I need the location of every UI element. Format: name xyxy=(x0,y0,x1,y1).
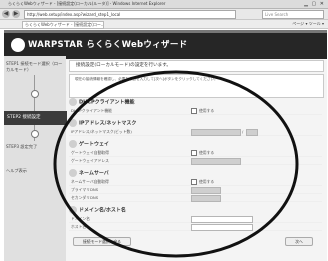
sidebar-step2-active[interactable]: STEP2 接続設定 xyxy=(4,111,67,125)
section-title: ゲートウェイ xyxy=(79,141,110,148)
dns-auto-checkbox[interactable]: 使用する xyxy=(191,178,214,185)
section-bullet-icon xyxy=(69,140,77,148)
primary-dns-row: プライマリDNS xyxy=(69,186,322,194)
row-label: ゲートウェイ自動取得 xyxy=(71,150,109,155)
app-header: WARPSTAR らくらくWebウィザード xyxy=(4,30,327,59)
content-area: 接続設定(ローカルモード)の設定を行います。 現在の接続情報を確認し、必要な項目… xyxy=(69,60,324,260)
intro-text: 現在の接続情報を確認し、必要な項目を入力して[次へ]ボタンをクリックしてください… xyxy=(75,77,218,81)
gateway-auto-row: ゲートウェイ自動取得 使用する xyxy=(69,149,322,157)
secondary-dns-field[interactable] xyxy=(191,195,221,202)
section-ip-heading: IPアドレス/ネットマスク xyxy=(69,119,136,128)
gateway-address-row: ゲートウェイアドレス xyxy=(69,157,322,165)
browser-tools-menu[interactable]: ページ ▾ ツール ▾ xyxy=(292,20,324,28)
section-title: DHCPクライアント機能 xyxy=(79,99,135,106)
dhcp-checkbox[interactable]: 使用する xyxy=(191,107,214,114)
logo-icon xyxy=(11,38,25,52)
row-label: ホスト名 xyxy=(71,224,87,229)
search-input[interactable]: Live Search xyxy=(262,10,324,19)
forward-icon[interactable]: ▶ xyxy=(12,10,20,18)
content-title: 接続設定(ローカルモード)の設定を行います。 xyxy=(76,63,172,68)
browser-title-bar: らくらくWebウィザード - [接続設定(ローカル(ルータ)] - Window… xyxy=(0,0,328,9)
section-bullet-icon xyxy=(69,206,77,214)
step-dot-icon xyxy=(31,90,39,98)
section-bullet-icon xyxy=(69,169,77,177)
domain-name-field[interactable] xyxy=(191,216,253,223)
primary-dns-field[interactable] xyxy=(191,187,221,194)
content-title-panel: 接続設定(ローカルモード)の設定を行います。 xyxy=(69,60,324,72)
next-button[interactable]: 次へ xyxy=(285,237,313,246)
row-label: IPアドレス/ネットマスク(ビット数) xyxy=(71,129,132,134)
sidebar-step1[interactable]: STEP1 接続モード選択（ローカルモード） xyxy=(6,61,64,73)
section-bullet-icon xyxy=(69,98,77,106)
host-name-field[interactable] xyxy=(191,224,253,231)
back-icon[interactable]: ◀ xyxy=(2,10,10,18)
checkbox-icon[interactable] xyxy=(191,108,197,114)
step-dot-icon xyxy=(31,130,39,138)
section-title: IPアドレス/ネットマスク xyxy=(79,120,137,127)
checkbox-icon[interactable] xyxy=(191,179,197,185)
tab-bar: らくらくWebウィザード - [接続設定(ロー... ページ ▾ ツール ▾ xyxy=(0,20,328,29)
section-gateway-heading: ゲートウェイ xyxy=(69,140,109,149)
window-title: らくらくWebウィザード - [接続設定(ローカル(ルータ)] - Window… xyxy=(8,1,166,6)
wizard-app: WARPSTAR らくらくWebウィザード STEP1 接続モード選択（ローカル… xyxy=(4,30,327,261)
row-label: ゲートウェイアドレス xyxy=(71,158,109,163)
app-title: WARPSTAR らくらくWebウィザード xyxy=(28,40,188,50)
back-to-mode-button[interactable]: 接続モード選択へ戻る xyxy=(73,237,131,246)
slash-separator: / xyxy=(242,129,244,134)
dhcp-row: DHCPクライアント機能 使用する xyxy=(69,107,322,115)
dns-auto-row: ネームサーバ自動取得 使用する xyxy=(69,178,322,186)
section-domain-heading: ドメイン名/ホスト名 xyxy=(69,206,126,215)
wizard-sidebar: STEP1 接続モード選択（ローカルモード） STEP2 接続設定 STEP3 … xyxy=(4,56,67,261)
section-bullet-icon xyxy=(69,119,77,127)
section-dns-heading: ネームサーバ xyxy=(69,169,109,178)
row-label: ドメイン名 xyxy=(71,216,90,221)
address-field[interactable]: http://web.setup/index.asp?wizard_step1_… xyxy=(24,10,236,19)
ip-address-field[interactable] xyxy=(191,129,241,136)
row-label: セカンダリDNS xyxy=(71,195,99,200)
browser-tab[interactable]: らくらくWebウィザード - [接続設定(ロー... xyxy=(22,21,104,29)
row-label: ネームサーバ自動取得 xyxy=(71,179,109,184)
sidebar-help-link[interactable]: ヘルプ表示 xyxy=(6,168,64,174)
ip-row: IPアドレス/ネットマスク(ビット数) / xyxy=(69,128,322,136)
domain-row: ドメイン名 xyxy=(69,215,322,223)
intro-panel: 現在の接続情報を確認し、必要な項目を入力して[次へ]ボタンをクリックしてください… xyxy=(69,74,324,98)
row-label: プライマリDNS xyxy=(71,187,99,192)
gateway-auto-checkbox[interactable]: 使用する xyxy=(191,149,214,156)
gateway-address-field[interactable] xyxy=(191,158,241,165)
checkbox-label: 使用する xyxy=(199,179,215,184)
section-dhcp-heading: DHCPクライアント機能 xyxy=(69,98,134,107)
host-row: ホスト名 xyxy=(69,223,322,231)
checkbox-icon[interactable] xyxy=(191,150,197,156)
window-controls[interactable]: ▁ ▢ ✕ xyxy=(304,1,325,7)
section-title: ドメイン名/ホスト名 xyxy=(79,207,126,214)
netmask-field[interactable] xyxy=(246,129,258,136)
checkbox-label: 使用する xyxy=(199,150,215,155)
secondary-dns-row: セカンダリDNS xyxy=(69,194,322,202)
row-label: DHCPクライアント機能 xyxy=(71,108,112,113)
sidebar-step3[interactable]: STEP3 設定完了 xyxy=(6,144,64,150)
address-toolbar: ◀ ▶ http://web.setup/index.asp?wizard_st… xyxy=(0,9,328,20)
checkbox-label: 使用する xyxy=(199,108,215,113)
section-title: ネームサーバ xyxy=(79,170,109,177)
